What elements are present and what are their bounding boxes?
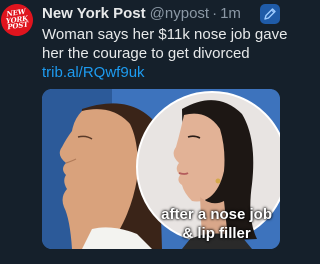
account-name[interactable]: New York Post	[42, 5, 146, 22]
tweet-timestamp[interactable]: 1m	[220, 5, 241, 22]
caption-line-2: & lip filler	[182, 225, 251, 242]
caption-line-1: after a nose job	[161, 206, 272, 223]
tweet-media-image[interactable]: after a nose job & lip filler	[42, 89, 280, 249]
tweet-header: New York Post @nypost · 1m	[42, 4, 241, 22]
tweet-card[interactable]: NEW YORK POST New York Post @nypost · 1m…	[0, 0, 304, 264]
tweet-link[interactable]: trib.al/RQwf9uk	[42, 63, 145, 82]
pen-icon[interactable]	[260, 4, 280, 24]
tweet-text: Woman says her $11k nose job gave her th…	[42, 26, 288, 62]
avatar[interactable]: NEW YORK POST	[0, 1, 36, 39]
avatar-line-3: POST	[6, 19, 29, 32]
media-caption: after a nose job & lip filler	[161, 205, 272, 243]
header-separator: ·	[212, 4, 218, 22]
account-handle[interactable]: @nypost	[150, 5, 209, 22]
